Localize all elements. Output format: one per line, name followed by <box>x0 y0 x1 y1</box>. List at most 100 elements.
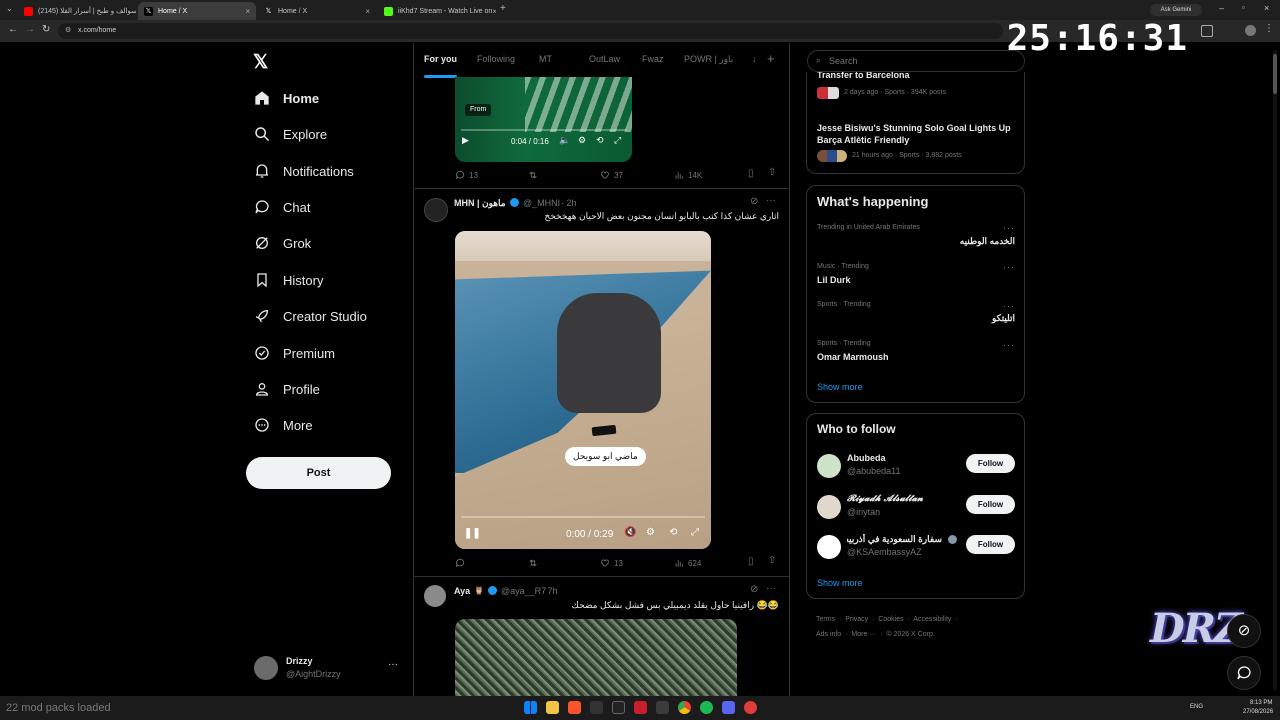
browser-tab-4[interactable]: iiKhd7 Stream - Watch Live on × <box>378 2 496 20</box>
windows-start-icon[interactable] <box>524 701 537 714</box>
keyboard-language[interactable]: ENG <box>1190 704 1203 710</box>
tweet-author-name[interactable]: Aya <box>454 586 470 596</box>
spotify-icon[interactable] <box>700 701 713 714</box>
nav-premium[interactable]: Premium <box>254 341 335 365</box>
tab-following[interactable]: Following <box>477 54 515 64</box>
settings-icon[interactable]: ⚙ <box>646 527 655 538</box>
close-icon[interactable]: × <box>492 7 496 16</box>
repost-button[interactable] <box>528 558 542 568</box>
footer-link[interactable]: More ··· <box>851 631 876 638</box>
avatar[interactable] <box>424 585 446 607</box>
account-name[interactable]: Abubeda <box>847 453 886 463</box>
tray-time[interactable]: 8:13 PM <box>1250 700 1272 706</box>
account-name[interactable]: 𝓡𝓲𝔂𝓪𝓭𝓱 𝓐𝓵𝓼𝓾𝓵𝓽𝓪𝓷 <box>847 494 923 504</box>
view-count[interactable]: 14K <box>674 170 702 180</box>
forward-icon[interactable]: → <box>25 24 35 35</box>
trend-title[interactable]: الخدمه الوطنيه <box>817 236 1015 247</box>
search-bar[interactable]: ⌕ Search <box>807 50 1025 72</box>
new-tab-button[interactable]: + <box>500 3 506 14</box>
back-icon[interactable]: ← <box>8 24 18 35</box>
nav-more[interactable]: More <box>254 413 313 437</box>
more-dots-icon[interactable]: ··· <box>1003 301 1015 311</box>
view-count[interactable]: 624 <box>674 558 701 568</box>
share-icon[interactable]: ⇧ <box>768 555 776 566</box>
app-icon[interactable] <box>634 701 647 714</box>
menu-icon[interactable]: ⋮ <box>1264 23 1274 34</box>
footer-link[interactable]: Terms <box>816 616 835 623</box>
volume-icon[interactable]: 🔈 <box>559 135 570 146</box>
loop-icon[interactable]: ⟲ <box>596 135 604 146</box>
app-icon[interactable] <box>590 701 603 714</box>
avatar[interactable] <box>817 495 841 519</box>
app-icon[interactable] <box>656 701 669 714</box>
bookmark-icon[interactable]: ▯ <box>748 556 754 567</box>
fullscreen-icon[interactable]: ⤢ <box>691 527 699 538</box>
grok-icon[interactable]: ⊘ <box>750 584 758 595</box>
avatar[interactable] <box>817 535 841 559</box>
nav-explore[interactable]: Explore <box>254 122 327 146</box>
follow-button[interactable]: Follow <box>966 454 1015 473</box>
tab-powr[interactable]: POWR | باور <box>684 54 733 65</box>
tray-date[interactable]: 27/08/2026 <box>1243 709 1273 715</box>
close-icon[interactable]: × <box>245 7 250 16</box>
like-count[interactable]: 13 <box>600 558 623 568</box>
tab-list-icon[interactable]: ⌄ <box>6 4 13 13</box>
nav-grok[interactable]: Grok <box>254 231 311 255</box>
avatar[interactable] <box>424 198 448 222</box>
more-dots-icon[interactable]: ··· <box>766 583 776 594</box>
nav-creator-studio[interactable]: Creator Studio <box>254 304 367 328</box>
site-info-icon[interactable]: ⚙ <box>65 23 71 39</box>
ask-gemini-button[interactable]: Ask Gemini <box>1150 4 1202 16</box>
reply-count[interactable]: 13 <box>455 170 478 180</box>
play-icon[interactable]: ▶ <box>462 135 469 146</box>
browser-tab-2[interactable]: 𝕏 Home / X × <box>138 2 256 20</box>
nav-history[interactable]: History <box>254 268 323 292</box>
tab-for-you[interactable]: For you <box>424 54 457 64</box>
tab-overflow[interactable]: ↓ <box>752 54 757 64</box>
mute-icon[interactable]: 🔇 <box>624 527 636 538</box>
brave-icon[interactable] <box>568 701 581 714</box>
show-more-link[interactable]: Show more <box>817 578 863 588</box>
bookmark-icon[interactable]: ▯ <box>748 168 754 179</box>
video-player[interactable]: From ▶ 0:04 / 0:16 🔈 ⚙ ⟲ ⤢ <box>455 77 632 162</box>
nav-profile[interactable]: Profile <box>254 377 320 401</box>
tab-fwaz[interactable]: Fwaz <box>642 54 664 64</box>
extensions-icon[interactable] <box>1201 25 1213 37</box>
trend-title[interactable]: Lil Durk <box>817 275 851 285</box>
follow-button[interactable]: Follow <box>966 495 1015 514</box>
account-switcher[interactable]: Drizzy @AightDrizzy ··· <box>254 655 404 683</box>
close-icon[interactable]: × <box>365 7 370 16</box>
scrollbar-thumb[interactable] <box>1273 54 1277 94</box>
share-icon[interactable]: ⇧ <box>768 167 776 178</box>
post-button[interactable]: Post <box>246 457 391 489</box>
browser-tab-1[interactable]: (2145) سوالف و طبخ | أسرار الفلا × <box>18 2 136 20</box>
app-icon[interactable] <box>744 701 757 714</box>
reload-icon[interactable]: ↻ <box>42 24 50 35</box>
trend-title[interactable]: Transfer to Barcelona <box>817 72 910 80</box>
fullscreen-icon[interactable]: ⤢ <box>614 135 621 146</box>
follow-button[interactable]: Follow <box>966 535 1015 554</box>
tweet-time[interactable]: · 7h <box>542 586 558 596</box>
video-progress[interactable] <box>461 516 705 518</box>
footer-link[interactable]: Privacy <box>845 616 868 623</box>
url-field[interactable]: ⚙ x.com/home <box>58 23 1003 39</box>
profile-avatar-icon[interactable] <box>1245 25 1256 36</box>
footer-link[interactable]: Ads info <box>816 631 841 638</box>
tab-mt[interactable]: MT <box>539 54 552 64</box>
tab-outlaw[interactable]: OutLaw <box>589 54 620 64</box>
trend-title[interactable]: Jesse Bisiwu's Stunning Solo Goal Lights… <box>817 122 1022 146</box>
footer-link[interactable]: Accessibility <box>913 616 951 623</box>
maximize-button[interactable]: ▫ <box>1242 3 1245 12</box>
trend-title[interactable]: اتليتكو <box>817 313 1015 324</box>
video-player[interactable]: ماضي ابو سويحل ❚❚ 0:00 / 0:29 🔇 ⚙ ⟲ ⤢ <box>455 231 711 549</box>
page-scrollbar[interactable] <box>1273 50 1277 690</box>
add-tab-icon[interactable]: + <box>767 51 775 66</box>
window-close-button[interactable]: × <box>1264 3 1269 13</box>
loop-icon[interactable]: ⟲ <box>669 527 677 538</box>
tweet-author-handle[interactable]: @aya__R7 <box>501 586 546 596</box>
reply-button[interactable] <box>455 558 469 568</box>
chrome-icon[interactable] <box>678 701 691 714</box>
like-count[interactable]: 37 <box>600 170 623 180</box>
tweet-author-handle[interactable]: @_MHNI <box>523 198 560 208</box>
avatar[interactable] <box>817 454 841 478</box>
